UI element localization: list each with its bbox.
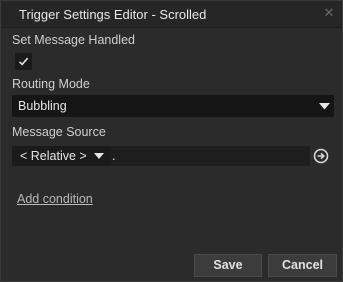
message-source-path-input[interactable]: .: [111, 146, 310, 166]
save-button[interactable]: Save: [194, 254, 262, 277]
window-title: Trigger Settings Editor - Scrolled: [19, 7, 207, 22]
chevron-down-icon: [94, 153, 104, 159]
routing-mode-value: Bubbling: [18, 99, 67, 113]
cancel-button[interactable]: Cancel: [268, 254, 337, 277]
routing-mode-label: Routing Mode: [12, 77, 90, 91]
add-condition-link[interactable]: Add condition: [17, 192, 93, 206]
checkmark-icon: [18, 57, 29, 66]
arrow-right-circle-icon[interactable]: [313, 148, 329, 164]
message-source-path-value: .: [112, 149, 116, 163]
set-message-handled-checkbox[interactable]: [15, 53, 32, 70]
title-bar: Trigger Settings Editor - Scrolled ✕: [1, 1, 342, 28]
message-source-mode-value: < Relative >: [20, 149, 87, 163]
trigger-settings-dialog: Trigger Settings Editor - Scrolled ✕ Set…: [0, 0, 343, 282]
set-message-handled-label: Set Message Handled: [12, 33, 135, 47]
message-source-row: < Relative > .: [12, 146, 334, 166]
message-source-mode-select[interactable]: < Relative >: [12, 146, 111, 166]
message-source-label: Message Source: [12, 125, 106, 139]
routing-mode-select[interactable]: Bubbling: [12, 95, 334, 117]
chevron-down-icon: [319, 103, 330, 110]
close-icon[interactable]: ✕: [322, 6, 336, 20]
